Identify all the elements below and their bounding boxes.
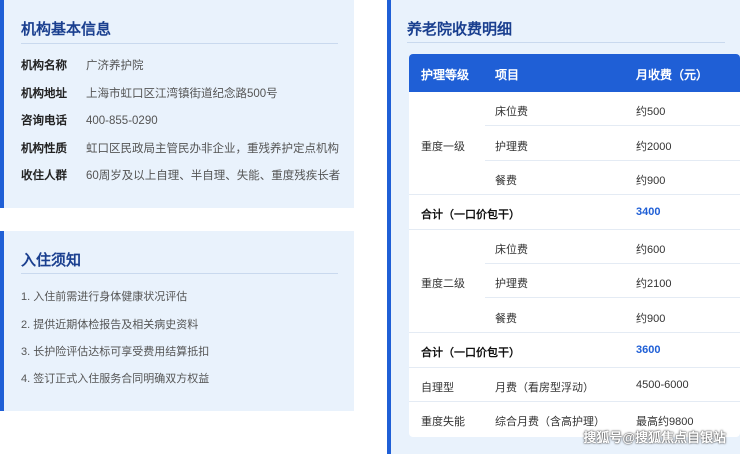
info-key: 机构地址 (21, 88, 67, 100)
row-divider (409, 229, 740, 230)
fee-details-title: 养老院收费明细 (407, 21, 513, 38)
info-key: 机构名称 (21, 60, 67, 72)
item-cell: 床位费 (495, 244, 528, 256)
fee-table: 护理等级 项目 月收费（元） 重度一级 床位费 约500 护理费 约2000 餐… (409, 54, 740, 437)
header-item: 项目 (495, 68, 520, 82)
row-divider (409, 332, 740, 333)
item-cell: 床位费 (495, 106, 528, 118)
fee-cell: 约2100 (636, 278, 672, 290)
institution-info-card: 机构基本信息 机构名称 广济养护院 机构地址 上海市虹口区江湾镇街道纪念路500号 … (0, 0, 354, 208)
divider (21, 43, 338, 44)
fee-cell: 约600 (636, 244, 666, 256)
info-value: 上海市虹口区江湾镇街道纪念路500号 (86, 88, 278, 100)
divider (21, 273, 338, 274)
info-value: 60周岁及以上自理、半自理、失能、重度残疾长者 (86, 170, 341, 182)
row-divider (485, 263, 740, 264)
info-row-residents: 收住人群 60周岁及以上自理、半自理、失能、重度残疾长者 (21, 167, 340, 183)
row-divider (485, 125, 740, 126)
level-cell: 重度失能 (421, 416, 465, 428)
fee-details-card: 养老院收费明细 护理等级 项目 月收费（元） 重度一级 床位费 约500 护理费… (387, 0, 740, 454)
header-fee: 月收费（元） (636, 68, 709, 82)
row-divider (485, 297, 740, 298)
level-cell: 重度一级 (421, 141, 465, 153)
notice-item: 2. 提供近期体检报告及相关病史资料 (21, 319, 199, 331)
row-divider (409, 401, 740, 402)
row-divider (485, 160, 740, 161)
total-value: 3600 (636, 344, 661, 356)
row-divider (409, 367, 740, 368)
info-row-phone: 咨询电话 400-855-0290 (21, 112, 158, 128)
fee-cell: 约2000 (636, 141, 672, 153)
info-value: 广济养护院 (86, 60, 144, 72)
divider (407, 42, 725, 43)
total-value: 3400 (636, 206, 661, 218)
fee-table-header: 护理等级 项目 月收费（元） (409, 54, 740, 92)
item-cell: 护理费 (495, 278, 528, 290)
total-label: 合计（一口价包干） (421, 347, 520, 359)
fee-cell: 约500 (636, 106, 666, 118)
notice-item: 4. 签订正式入住服务合同明确双方权益 (21, 373, 210, 385)
item-cell: 月费（看房型浮动） (495, 382, 594, 394)
info-value: 虹口区民政局主管民办非企业，重残养护定点机构 (86, 143, 339, 155)
info-row-address: 机构地址 上海市虹口区江湾镇街道纪念路500号 (21, 85, 278, 101)
info-key: 收住人群 (21, 170, 67, 182)
notice-item: 3. 长护险评估达标可享受费用结算抵扣 (21, 346, 210, 358)
info-row-nature: 机构性质 虹口区民政局主管民办非企业，重残养护定点机构 (21, 140, 339, 156)
level-cell: 重度二级 (421, 278, 465, 290)
header-level: 护理等级 (421, 68, 470, 82)
fee-cell: 约900 (636, 313, 666, 325)
item-cell: 餐费 (495, 175, 517, 187)
row-divider (409, 194, 740, 195)
info-key: 咨询电话 (21, 115, 67, 127)
level-cell: 自理型 (421, 382, 454, 394)
institution-info-title: 机构基本信息 (21, 21, 112, 38)
total-label: 合计（一口价包干） (421, 209, 520, 221)
admission-notice-title: 入住须知 (21, 252, 82, 269)
item-cell: 餐费 (495, 313, 517, 325)
fee-cell: 4500-6000 (636, 379, 689, 391)
watermark: 搜狐号@搜狐焦点自银站 (583, 430, 726, 445)
info-row-name: 机构名称 广济养护院 (21, 57, 144, 73)
notice-item: 1. 入住前需进行身体健康状况评估 (21, 291, 188, 303)
info-key: 机构性质 (21, 143, 67, 155)
item-cell: 护理费 (495, 141, 528, 153)
admission-notice-card: 入住须知 1. 入住前需进行身体健康状况评估 2. 提供近期体检报告及相关病史资… (0, 231, 354, 411)
fee-cell: 约900 (636, 175, 666, 187)
info-value: 400-855-0290 (86, 115, 158, 127)
